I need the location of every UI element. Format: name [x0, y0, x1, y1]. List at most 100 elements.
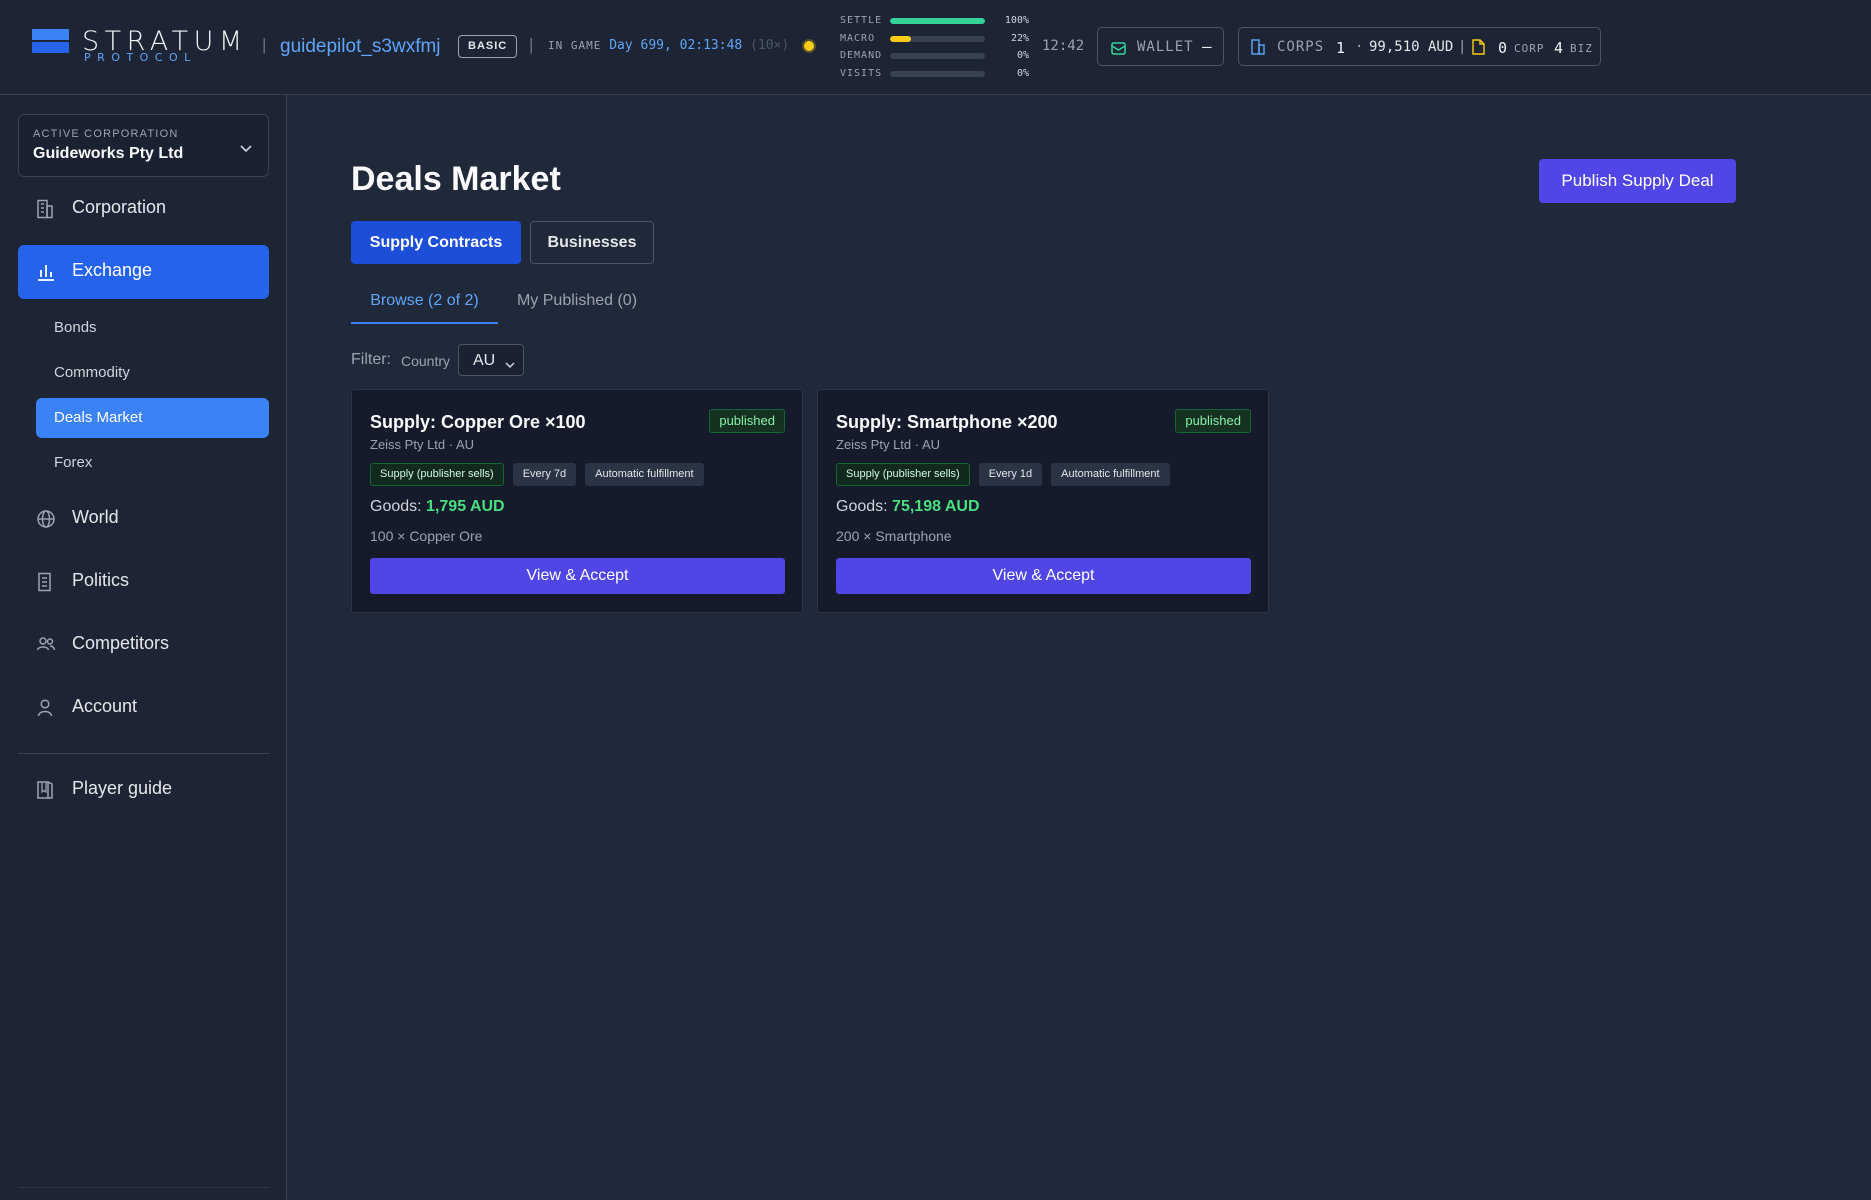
tab-supply-contracts[interactable]: Supply Contracts — [351, 221, 521, 264]
meter-label: VISITS — [840, 67, 883, 79]
meter-demand: DEMAND 0% — [840, 49, 1032, 67]
sidebar-item-politics[interactable]: Politics — [18, 555, 269, 609]
corps-count: 1 — [1336, 39, 1346, 57]
chevron-down-icon — [505, 356, 515, 374]
active-corp-caption: ACTIVE CORPORATION — [33, 128, 179, 140]
sidebar-item-world[interactable]: World — [18, 492, 269, 546]
header-separator: | — [529, 35, 534, 54]
building-icon — [36, 199, 54, 224]
sidebar-subitem-forex[interactable]: Forex — [36, 443, 269, 483]
sidebar-item-label: Player guide — [72, 778, 173, 798]
deal-frequency-tag: Every 7d — [512, 463, 577, 486]
deal-title: Supply: Copper Ore ×100 — [370, 412, 586, 432]
real-clock: 12:42 — [1042, 38, 1085, 54]
meters-panel: SETTLE 100% MACRO 22% DEMAND 0% VISITS 0… — [840, 14, 1032, 84]
meter-label: DEMAND — [840, 50, 883, 61]
biz-label: BIZ — [1570, 42, 1593, 55]
sidebar-item-exchange[interactable]: Exchange — [18, 245, 269, 299]
corp-docs-label: CORP — [1514, 42, 1545, 55]
document-icon — [1472, 39, 1485, 59]
sidebar-item-player-guide[interactable]: Player guide — [18, 763, 269, 817]
active-corporation-select[interactable]: ACTIVE CORPORATION Guideworks Pty Ltd — [18, 114, 269, 177]
meter-value: 22% — [1010, 32, 1029, 44]
building-icon — [1251, 39, 1265, 59]
publish-supply-deal-button[interactable]: Publish Supply Deal — [1539, 159, 1736, 203]
logo-mark-icon — [32, 29, 69, 53]
subtab-my-published[interactable]: My Published (0) — [504, 292, 650, 324]
header-separator: | — [262, 35, 267, 54]
sidebar-subitem-bonds[interactable]: Bonds — [36, 308, 269, 348]
wallet-button[interactable]: WALLET – — [1097, 27, 1224, 66]
in-game-clock: IN GAME Day 699, 02:13:48 (10×) — [548, 38, 789, 53]
chevron-down-icon — [240, 140, 252, 158]
deal-goods: Goods: 75,198 AUD — [836, 498, 980, 516]
wallet-icon — [1111, 40, 1126, 59]
view-accept-button[interactable]: View & Accept — [836, 558, 1251, 594]
book-icon — [36, 780, 54, 805]
corps-summary[interactable]: CORPS 1 · 99,510 AUD | 0 CORP 4 BIZ — [1238, 27, 1601, 66]
corps-divider: | — [1458, 39, 1468, 55]
globe-icon — [36, 509, 56, 534]
tab-businesses[interactable]: Businesses — [530, 221, 654, 264]
sidebar-item-competitors[interactable]: Competitors — [18, 618, 269, 672]
meter-macro: MACRO 22% — [840, 32, 1032, 50]
sidebar-item-label: Account — [72, 696, 138, 716]
country-select-value: AU — [473, 352, 496, 369]
sidebar-subitem-deals-market[interactable]: Deals Market — [36, 398, 269, 438]
username-link[interactable]: guidepilot_s3wxfmj — [280, 36, 441, 58]
deal-fulfillment-tag: Automatic fulfillment — [1051, 463, 1170, 486]
meter-value: 0% — [1016, 67, 1029, 79]
deal-tags: Supply (publisher sells) Every 1d Automa… — [836, 463, 1170, 486]
subtab-browse[interactable]: Browse (2 of 2) — [351, 292, 498, 324]
sidebar-item-label: World — [72, 507, 119, 527]
sidebar-divider — [18, 753, 269, 754]
sidebar-item-label: Competitors — [72, 633, 170, 653]
sidebar-subitem-label: Commodity — [54, 364, 130, 381]
sidebar-subitem-label: Forex — [54, 454, 93, 471]
sidebar-item-label: Corporation — [72, 197, 167, 217]
filter-field-label: Country — [401, 353, 451, 369]
game-speed: (10×) — [750, 38, 790, 53]
sidebar-item-label: Politics — [72, 570, 130, 590]
meter-fill — [890, 18, 985, 24]
corp-docs-count: 0 — [1498, 39, 1508, 57]
filter-label: Filter: — [351, 351, 391, 368]
goods-value: 1,795 AUD — [426, 498, 505, 515]
meter-value: 0% — [1016, 50, 1029, 61]
in-game-time: Day 699, 02:13:48 — [609, 38, 743, 53]
corps-label: CORPS — [1277, 39, 1325, 55]
deal-type-tag: Supply (publisher sells) — [836, 463, 970, 486]
active-corp-name: Guideworks Pty Ltd — [33, 145, 184, 162]
sidebar-item-corporation[interactable]: Corporation — [18, 182, 269, 236]
stratum-logo[interactable]: STRATUM PROTOCOL — [32, 26, 248, 64]
goods-label: Goods: — [836, 498, 888, 515]
user-icon — [36, 698, 54, 722]
users-icon — [36, 635, 56, 658]
logo-subtitle: PROTOCOL — [84, 51, 197, 64]
wallet-label: WALLET — [1137, 39, 1194, 55]
sidebar: ACTIVE CORPORATION Guideworks Pty Ltd Co… — [0, 95, 287, 1200]
top-bar: STRATUM PROTOCOL | guidepilot_s3wxfmj BA… — [0, 0, 1871, 95]
sidebar-subitem-commodity[interactable]: Commodity — [36, 353, 269, 393]
deal-publisher: Zeiss Pty Ltd · AU — [370, 437, 475, 452]
meter-settle: SETTLE 100% — [840, 14, 1032, 32]
sidebar-item-account[interactable]: Account — [18, 681, 269, 735]
view-accept-button[interactable]: View & Accept — [370, 558, 785, 594]
meter-value: 100% — [1004, 15, 1029, 26]
page-title: Deals Market — [351, 160, 561, 198]
sidebar-footer-divider — [18, 1187, 269, 1188]
bar-chart-icon — [36, 262, 56, 287]
meter-label: SETTLE — [840, 15, 883, 26]
status-badge: published — [709, 409, 785, 433]
deal-frequency-tag: Every 1d — [978, 463, 1043, 486]
corps-dot: · — [1355, 39, 1365, 55]
status-dot-icon — [804, 41, 814, 51]
deal-title: Supply: Smartphone ×200 — [836, 412, 1058, 432]
status-badge: published — [1175, 409, 1251, 433]
deal-quantity: 100 × Copper Ore — [370, 528, 483, 544]
deal-quantity: 200 × Smartphone — [836, 528, 952, 544]
meter-label: MACRO — [840, 32, 876, 44]
goods-value: 75,198 AUD — [892, 498, 980, 515]
country-select[interactable]: AU — [458, 344, 524, 376]
deal-type-tag: Supply (publisher sells) — [370, 463, 504, 486]
